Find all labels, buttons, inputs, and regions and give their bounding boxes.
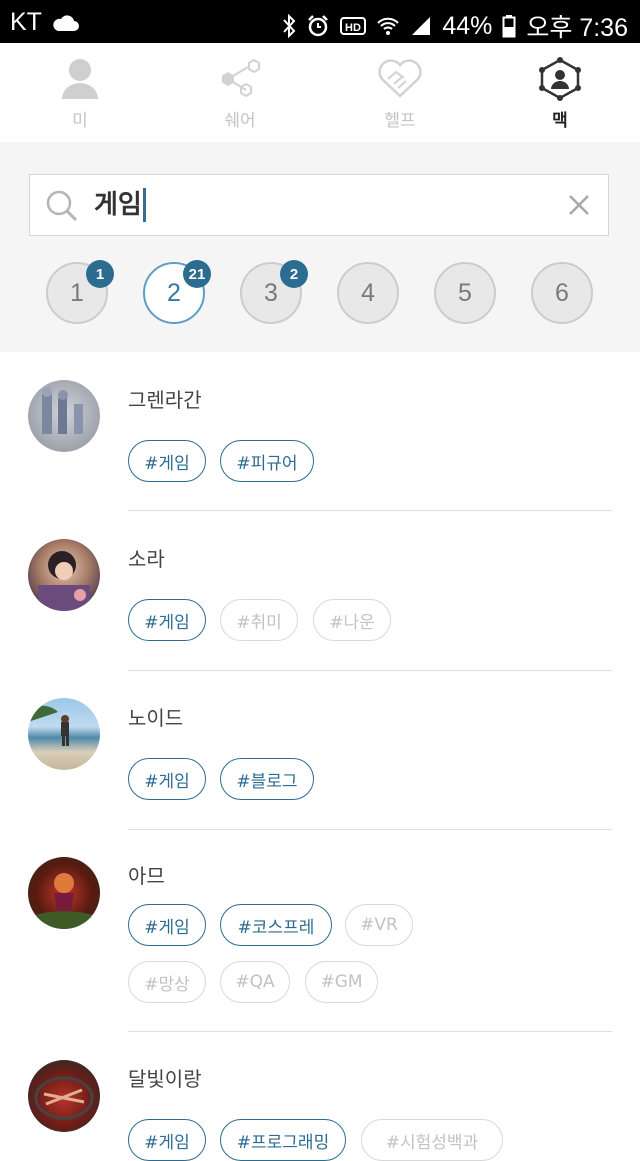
count-badge: 2 — [280, 260, 308, 288]
network-icon — [536, 57, 584, 105]
tag-chip[interactable]: #게임 — [128, 599, 206, 641]
tag-chip[interactable]: #취미 — [220, 599, 298, 641]
tag-chip[interactable]: #코스프레 — [220, 904, 332, 946]
divider — [128, 510, 612, 511]
list-item[interactable]: 그렌라간 #게임 #피규어 — [0, 352, 640, 512]
search-query[interactable]: 게임 — [94, 188, 146, 222]
signal-icon — [410, 15, 432, 37]
alarm-icon — [306, 14, 330, 38]
page-number: 3 — [264, 278, 278, 307]
hd-icon: HD — [340, 16, 367, 36]
user-name: 달빛이랑 — [128, 1067, 202, 1091]
search-input[interactable]: 게임 — [29, 174, 609, 236]
page-number: 6 — [555, 278, 569, 307]
search-icon — [44, 188, 80, 228]
divider — [128, 670, 612, 671]
tag-chip[interactable]: #나운 — [313, 599, 391, 641]
count-badge: 21 — [183, 260, 211, 288]
page-number: 4 — [361, 278, 375, 307]
page-number: 5 — [458, 278, 472, 307]
list-item[interactable]: 달빛이랑 #게임 #프로그래밍 #시험성백과 — [0, 1032, 640, 1161]
page-selector: 1 1 2 21 3 2 4 5 6 — [0, 260, 640, 328]
tag-chip[interactable]: #게임 — [128, 904, 206, 946]
tag-chip[interactable]: #QA — [220, 961, 290, 1003]
status-bar: KT HD 44% 오후 7:36 — [0, 0, 640, 43]
tab-label: 맥 — [552, 111, 568, 131]
tag-chip[interactable]: #시험성백과 — [361, 1119, 503, 1161]
tab-share[interactable]: 쉐어 — [160, 43, 320, 142]
user-name: 노이드 — [128, 706, 184, 730]
user-name: 그렌라간 — [128, 388, 202, 412]
tab-network[interactable]: 맥 — [480, 43, 640, 142]
clock: 오후 7:36 — [526, 14, 628, 42]
carrier-label: KT — [10, 8, 42, 36]
tag-chip[interactable]: #프로그래밍 — [220, 1119, 346, 1161]
avatar — [28, 698, 100, 770]
tag-chip[interactable]: #게임 — [128, 440, 206, 482]
page-button-3[interactable]: 3 2 — [240, 260, 308, 324]
battery-percent: 44% — [442, 11, 493, 40]
clear-icon[interactable] — [566, 192, 592, 222]
top-navigation: 미 쉐어 헬프 맥 — [0, 43, 640, 142]
count-badge: 1 — [86, 260, 114, 288]
tag-chip[interactable]: #망상 — [128, 961, 206, 1003]
list-item[interactable]: 아므 #게임 #코스프레 #VR #망상 #QA #GM — [0, 830, 640, 1032]
wifi-icon — [376, 15, 400, 37]
tag-chip[interactable]: #VR — [345, 904, 413, 946]
person-icon — [60, 57, 100, 105]
tag-chip[interactable]: #GM — [305, 961, 378, 1003]
tab-me[interactable]: 미 — [0, 43, 160, 142]
share-icon — [216, 57, 264, 103]
battery-icon — [502, 14, 516, 38]
list-item[interactable]: 노이드 #게임 #블로그 — [0, 672, 640, 830]
avatar — [28, 857, 100, 929]
user-name: 소라 — [128, 547, 165, 571]
page-button-2[interactable]: 2 21 — [143, 260, 211, 324]
avatar — [28, 1060, 100, 1132]
list-item[interactable]: 소라 #게임 #취미 #나운 — [0, 512, 640, 672]
tag-chip[interactable]: #블로그 — [220, 758, 314, 800]
page-number: 2 — [167, 278, 181, 307]
cloud-icon — [50, 13, 80, 33]
search-area: 게임 1 1 2 21 3 2 4 5 6 — [0, 142, 640, 352]
page-button-5[interactable]: 5 — [434, 262, 496, 324]
user-name: 아므 — [128, 864, 165, 888]
bluetooth-icon — [282, 14, 296, 38]
tab-help[interactable]: 헬프 — [320, 43, 480, 142]
avatar — [28, 380, 100, 452]
tag-chip[interactable]: #게임 — [128, 1119, 206, 1161]
page-button-1[interactable]: 1 1 — [46, 260, 114, 324]
avatar — [28, 539, 100, 611]
tag-chip[interactable]: #게임 — [128, 758, 206, 800]
page-button-6[interactable]: 6 — [531, 262, 593, 324]
tag-chip[interactable]: #피규어 — [220, 440, 314, 482]
tab-label: 헬프 — [384, 111, 416, 131]
tab-label: 미 — [72, 111, 88, 131]
svg-text:HD: HD — [345, 22, 361, 34]
handshake-icon — [378, 57, 422, 103]
page-number: 1 — [70, 278, 84, 307]
tab-label: 쉐어 — [224, 111, 256, 131]
page-button-4[interactable]: 4 — [337, 262, 399, 324]
